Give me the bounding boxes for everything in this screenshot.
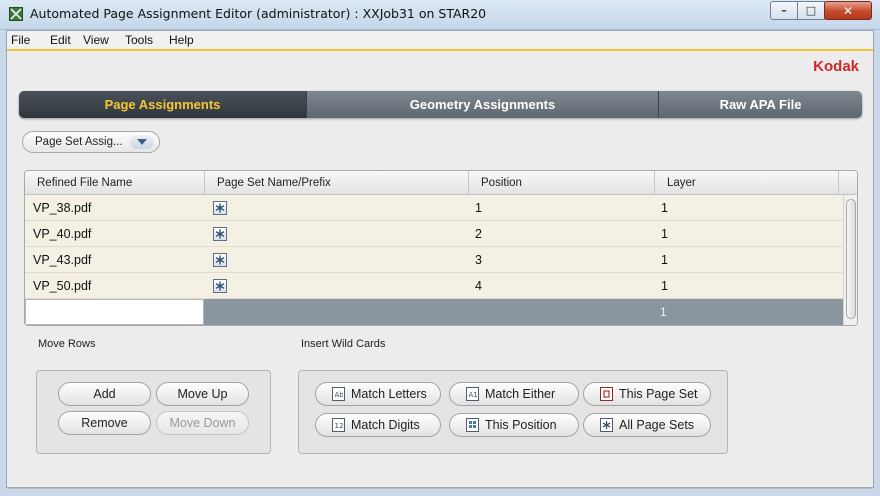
table-row[interactable]: VP_40.pdf 2 1 — [25, 221, 843, 247]
chevron-down-icon[interactable] — [130, 135, 154, 149]
match-letters-icon: Ab — [332, 387, 345, 401]
move-down-button[interactable]: Move Down — [156, 411, 249, 435]
menu-tools[interactable]: Tools — [125, 33, 153, 47]
prefix-cell[interactable] — [213, 221, 227, 247]
tab-geometry-assignments[interactable]: Geometry Assignments — [306, 91, 658, 118]
table-row[interactable]: VP_50.pdf 4 1 — [25, 273, 843, 299]
prefix-cell[interactable] — [213, 273, 227, 299]
menu-help[interactable]: Help — [169, 33, 194, 47]
wild-cards-group: Ab Match Letters A1 Match Either This Pa… — [298, 370, 728, 454]
move-rows-group: Add Move Up Remove Move Down — [36, 370, 271, 454]
file-name-cell: VP_43.pdf — [33, 253, 92, 267]
tab-raw-apa-file[interactable]: Raw APA File — [658, 91, 862, 118]
dropdown-value: Page Set Assig... — [35, 136, 123, 148]
prefix-cell[interactable] — [213, 195, 227, 221]
scrollbar-thumb[interactable] — [846, 199, 856, 319]
match-digits-button[interactable]: 12 Match Digits — [315, 413, 441, 437]
table-scrollbar[interactable] — [843, 195, 857, 325]
this-position-button[interactable]: This Position — [449, 413, 579, 437]
all-page-sets-button[interactable]: All Page Sets — [583, 413, 711, 437]
match-digits-label: Match Digits — [351, 418, 420, 432]
new-row[interactable]: 1 — [25, 299, 843, 325]
this-position-label: This Position — [485, 418, 557, 432]
position-cell: 3 — [475, 253, 482, 267]
tab-page-assignments[interactable]: Page Assignments — [19, 91, 306, 118]
new-row-selection[interactable]: 1 — [204, 299, 843, 325]
footer-divider — [7, 488, 873, 489]
menu-view[interactable]: View — [83, 33, 109, 47]
file-name-cell: VP_40.pdf — [33, 227, 92, 241]
move-up-button[interactable]: Move Up — [156, 382, 249, 406]
menu-bar: File Edit View Tools Help — [7, 31, 873, 51]
position-cell: 1 — [475, 201, 482, 215]
prefix-cell[interactable] — [213, 247, 227, 273]
new-file-name-cell[interactable] — [25, 299, 204, 325]
asterisk-wildcard-icon — [213, 201, 227, 215]
move-rows-label: Move Rows — [38, 338, 96, 350]
match-either-button[interactable]: A1 Match Either — [449, 382, 579, 406]
layer-cell: 1 — [661, 253, 668, 267]
position-cell: 2 — [475, 227, 482, 241]
svg-text:A1: A1 — [469, 391, 478, 399]
column-header-position[interactable]: Position — [469, 171, 655, 195]
table-header: Refined File Name Page Set Name/Prefix P… — [25, 171, 857, 195]
close-button[interactable]: ✕ — [824, 1, 872, 20]
asterisk-wildcard-icon — [213, 227, 227, 241]
match-either-label: Match Either — [485, 387, 556, 401]
page-set-dropdown[interactable]: Page Set Assig... — [22, 131, 160, 153]
remove-button[interactable]: Remove — [58, 411, 151, 435]
maximize-icon: □ — [805, 4, 817, 17]
all-page-sets-icon — [600, 418, 613, 432]
match-letters-label: Match Letters — [351, 387, 427, 401]
add-button[interactable]: Add — [58, 382, 151, 406]
minimize-button[interactable]: – — [770, 1, 798, 20]
table-row[interactable]: VP_38.pdf 1 1 — [25, 195, 843, 221]
this-page-set-label: This Page Set — [619, 387, 698, 401]
menu-edit[interactable]: Edit — [50, 33, 71, 47]
title-bar: Automated Page Assignment Editor (admini… — [0, 0, 880, 30]
column-header-layer[interactable]: Layer — [655, 171, 839, 195]
layer-cell: 1 — [661, 279, 668, 293]
match-letters-button[interactable]: Ab Match Letters — [315, 382, 441, 406]
tab-bar: Page Assignments Geometry Assignments Ra… — [19, 91, 862, 118]
match-either-icon: A1 — [466, 387, 479, 401]
page-set-icon — [600, 387, 613, 401]
close-icon: ✕ — [842, 3, 854, 18]
menu-file[interactable]: File — [11, 33, 30, 47]
match-digits-icon: 12 — [332, 418, 345, 432]
insert-wild-cards-label: Insert Wild Cards — [301, 338, 386, 350]
position-cell: 4 — [475, 279, 482, 293]
this-page-set-button[interactable]: This Page Set — [583, 382, 711, 406]
asterisk-wildcard-icon — [213, 279, 227, 293]
file-name-cell: VP_50.pdf — [33, 279, 92, 293]
app-frame: File Edit View Tools Help Kodak Page Ass… — [6, 30, 874, 489]
layer-cell: 1 — [660, 305, 667, 319]
maximize-button[interactable]: □ — [797, 1, 825, 20]
app-icon — [9, 7, 23, 21]
column-header-page-set-prefix[interactable]: Page Set Name/Prefix — [205, 171, 469, 195]
column-header-file-name[interactable]: Refined File Name — [25, 171, 205, 195]
position-icon — [466, 418, 479, 432]
layer-cell: 1 — [661, 201, 668, 215]
file-name-cell: VP_38.pdf — [33, 201, 92, 215]
all-page-sets-label: All Page Sets — [619, 418, 695, 432]
svg-text:12: 12 — [335, 422, 344, 430]
window-title: Automated Page Assignment Editor (admini… — [30, 6, 487, 21]
assignments-table: Refined File Name Page Set Name/Prefix P… — [24, 170, 858, 326]
kodak-logo: Kodak — [813, 58, 859, 75]
asterisk-wildcard-icon — [213, 253, 227, 267]
layer-cell: 1 — [661, 227, 668, 241]
svg-text:Ab: Ab — [335, 391, 344, 399]
minimize-icon: – — [781, 4, 787, 17]
table-row[interactable]: VP_43.pdf 3 1 — [25, 247, 843, 273]
